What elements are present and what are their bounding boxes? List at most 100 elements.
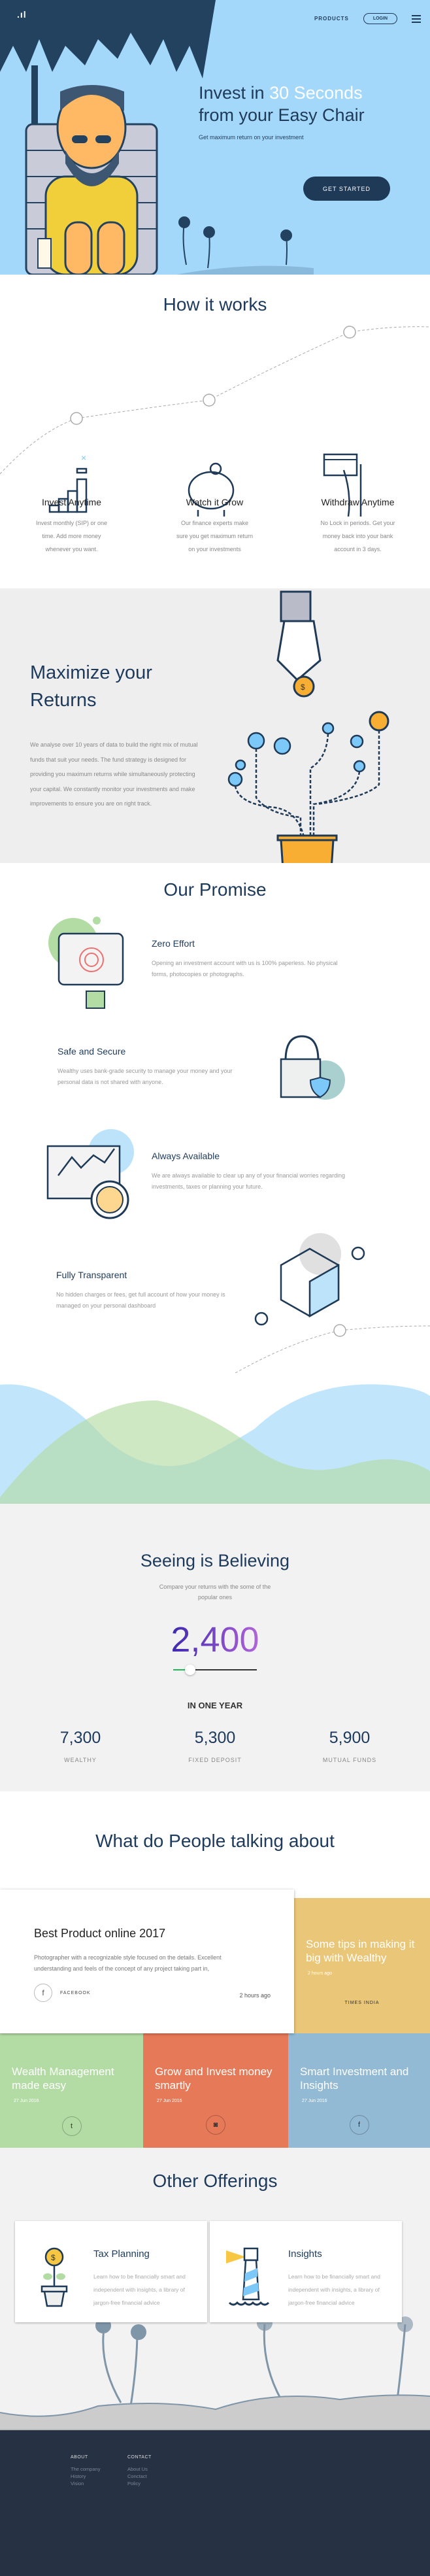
hero-section: .ıl PRODUCTS LOGIN Invest in 30 Seconds …	[0, 0, 430, 275]
result-value: 7,300	[59, 1729, 101, 1747]
footer: ABOUT The company History Vision CONTACT…	[0, 2429, 430, 2576]
post-tile[interactable]: Wealth Management made easy 27 Jun 2016 …	[0, 2033, 143, 2148]
footer-link[interactable]: Vision	[71, 2480, 100, 2487]
footer-link[interactable]: Policy	[127, 2480, 152, 2487]
testimonials-section: What do People talking about Best Produc…	[0, 1791, 430, 2148]
login-button[interactable]: LOGIN	[363, 13, 397, 24]
monitor-stopwatch-icon	[46, 1129, 134, 1219]
svg-text:$: $	[301, 683, 305, 692]
post-title: Smart Investment and Insights	[300, 2065, 409, 2092]
slider-thumb[interactable]	[184, 1665, 195, 1675]
result-label: WEALTHY	[64, 1757, 97, 1763]
offering-card[interactable]: $ Tax Planning Learn how to be financial…	[15, 2221, 207, 2322]
top-nav: PRODUCTS LOGIN	[314, 13, 421, 24]
featured-post-card[interactable]: Best Product online 2017 Photographer wi…	[0, 1890, 294, 2033]
hero-title: Invest in 30 Seconds from your Easy Chai…	[199, 82, 365, 126]
promise-item: Fully Transparent No hidden charges or fe…	[56, 1270, 233, 1312]
step-title: Withdraw Anytime	[321, 497, 395, 507]
get-started-button[interactable]: GET STARTED	[303, 177, 390, 201]
results-row: 7,300 WEALTHY 5,300 FIXED DEPOSIT 5,900 MUT…	[0, 1729, 430, 1763]
hamburger-icon[interactable]	[412, 14, 421, 23]
amount-display: 2,400	[156, 1619, 274, 1660]
result-item: 5,900 MUTUAL FUNDS	[291, 1729, 408, 1763]
hero-subtitle: Get maximum return on your investment	[199, 134, 304, 141]
facebook-icon[interactable]: f	[349, 2115, 369, 2135]
post-time: 2 hours ago	[239, 1992, 271, 1999]
post-title: Best Product online 2017	[34, 1927, 166, 1940]
footer-contact-column: CONTACT About Us Conctact Policy	[127, 2455, 152, 2487]
post-title: Grow and Invest money smartly	[155, 2065, 273, 2092]
offering-text: Learn how to be financially smart and in…	[93, 2273, 186, 2306]
nav-products-link[interactable]: PRODUCTS	[314, 16, 349, 22]
post-tile[interactable]: Smart Investment and Insights 27 Jun 201…	[288, 2033, 430, 2148]
svg-text:$: $	[51, 2253, 56, 2262]
promise-title: Zero Effort	[152, 938, 195, 949]
step-text: Invest monthly (SIP) or one time. Add mo…	[35, 520, 108, 552]
promise-title: Safe and Secure	[58, 1046, 126, 1057]
logo[interactable]: .ıl	[17, 9, 27, 20]
facebook-icon[interactable]: f	[34, 1984, 52, 2002]
step-item: Watch it Grow Our finance experts make su…	[143, 497, 286, 556]
svg-text:×: ×	[81, 452, 86, 463]
footer-about-column: ABOUT The company History Vision	[71, 2455, 100, 2487]
promise-item: Zero Effort Opening an investment account…	[152, 938, 348, 980]
promise-text: Wealthy uses bank-grade security to mana…	[58, 1068, 233, 1085]
promise-item: Safe and Secure Wealthy uses bank-grade s…	[58, 1046, 254, 1088]
period-label: IN ONE YEAR	[187, 1701, 243, 1710]
offering-title: Insights	[288, 2248, 322, 2260]
footer-link[interactable]: Conctact	[127, 2473, 152, 2480]
amount-slider[interactable]	[173, 1665, 257, 1675]
promise-text: No hidden charges or fees, get full acco…	[56, 1291, 225, 1309]
step-title: Watch it Grow	[186, 497, 244, 507]
footer-link[interactable]: History	[71, 2473, 100, 2480]
promise-text: Opening an investment account with us is…	[152, 960, 338, 977]
believing-subtitle: Compare your returns with the some of th…	[159, 1584, 271, 1601]
post-time: 2 hours ago	[308, 1971, 332, 1976]
section-title: Seeing is Believing	[140, 1551, 290, 1570]
step-text: Our finance experts make sure you get ma…	[176, 520, 254, 552]
step-text: No Lock in periods. Get your money back …	[320, 520, 395, 552]
promise-section: Our Promise Zero Effort Opening an invest…	[0, 863, 430, 1373]
padlock-shield-icon	[280, 1035, 345, 1100]
offering-title: Tax Planning	[93, 2248, 150, 2260]
post-text: Photographer with a recognizable style f…	[34, 1954, 222, 1972]
post-title: Some tips in making it big with Wealthy	[306, 1938, 415, 1964]
hero-title-highlight: 30 Seconds	[269, 83, 363, 103]
result-value: 5,300	[194, 1729, 236, 1747]
hero-title-part1: Invest in	[199, 83, 270, 103]
result-item: 5,300 FIXED DEPOSIT	[156, 1729, 274, 1763]
result-label: MUTUAL FUNDS	[322, 1757, 377, 1763]
seeing-is-believing-section: Seeing is Believing Compare your returns…	[0, 1517, 430, 1791]
promise-title: Fully Transparent	[56, 1270, 127, 1280]
post-source: TIMES INDIA	[344, 2001, 380, 2005]
step-title: Invest Anytime	[41, 497, 102, 507]
money-plant-icon: $	[41, 2247, 68, 2307]
post-date: 27 Jun 2016	[302, 2099, 327, 2103]
result-value: 5,900	[329, 1729, 371, 1747]
footer-heading: ABOUT	[71, 2455, 88, 2460]
waves-illustration	[0, 1384, 430, 1517]
post-tile[interactable]: Grow and Invest money smartly 27 Jun 201…	[143, 2033, 288, 2148]
footer-heading: CONTACT	[127, 2455, 152, 2460]
hero-title-part2: from your Easy Chair	[199, 105, 365, 125]
other-offerings-section: Other Offerings $ Tax Planning Learn how…	[0, 2148, 430, 2429]
cube-icon	[254, 1233, 365, 1326]
result-label: FIXED DEPOSIT	[188, 1757, 242, 1763]
section-title: What do People talking about	[95, 1831, 335, 1851]
instagram-icon[interactable]: ◙	[206, 2115, 225, 2135]
promise-text: We are always available to clear up any …	[152, 1172, 345, 1190]
maximize-body: We analyse over 10 years of data to buil…	[30, 741, 198, 807]
twitter-icon[interactable]: t	[61, 2116, 82, 2136]
post-date: 27 Jun 2016	[14, 2099, 39, 2103]
post-source: FACEBOOK	[60, 1990, 91, 1995]
steps-row: Invest Anytime Invest monthly (SIP) or on…	[0, 497, 430, 556]
money-tree-illustration: $	[227, 590, 389, 863]
footer-link[interactable]: The company	[71, 2466, 100, 2473]
promise-item: Always Available We are always available …	[152, 1151, 348, 1193]
offering-card[interactable]: Insights Learn how to be financially sma…	[210, 2221, 402, 2322]
small-palms	[182, 222, 288, 269]
footer-link[interactable]: About Us	[127, 2466, 152, 2473]
lighthouse-icon	[226, 2247, 270, 2306]
wave-divider	[0, 1373, 430, 1517]
promise-title: Always Available	[152, 1151, 220, 1161]
